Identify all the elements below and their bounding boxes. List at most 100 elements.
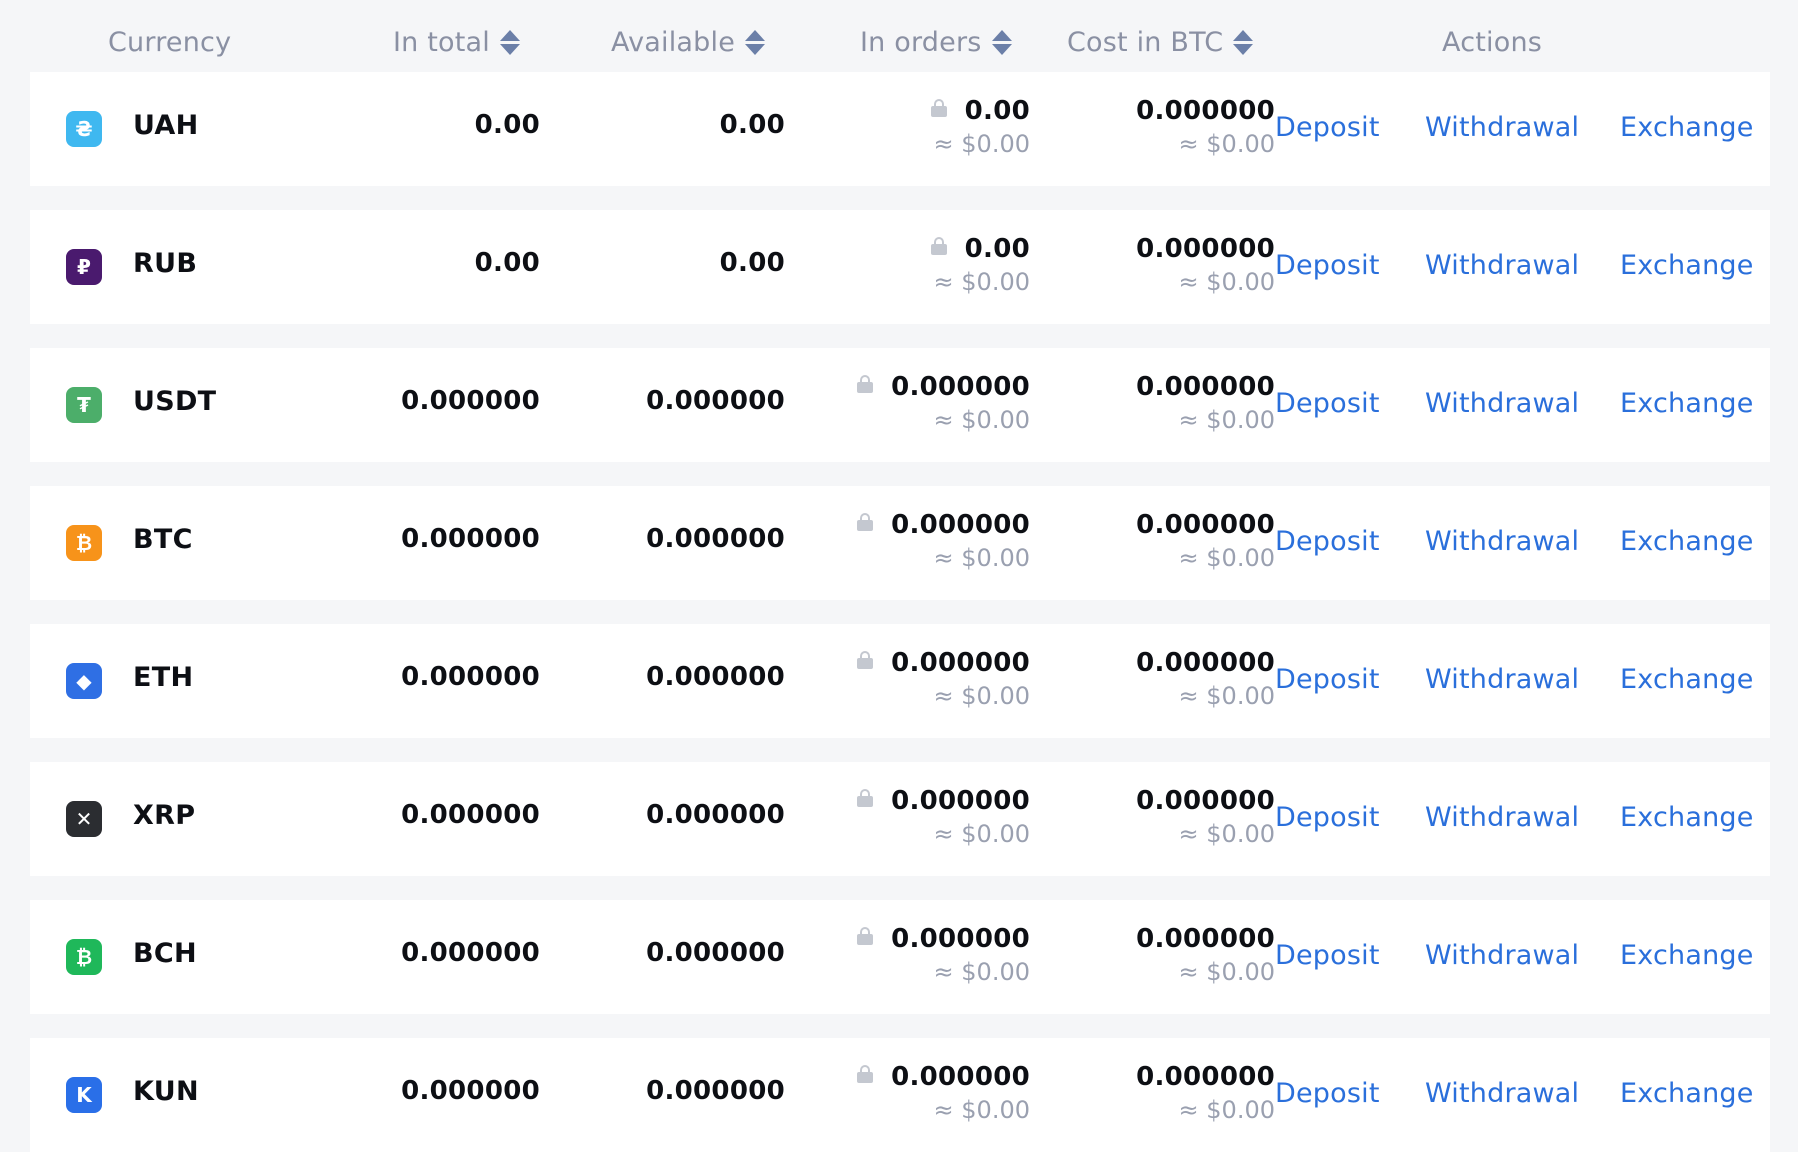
ripple-icon: ✕ (66, 801, 102, 837)
withdrawal-link[interactable]: Withdrawal (1425, 388, 1579, 419)
in-total-value: 0.000000 (401, 938, 540, 968)
hryvnia-icon: ₴ (66, 111, 102, 147)
header-in-orders[interactable]: In orders (860, 22, 1012, 62)
withdrawal-link[interactable]: Withdrawal (1425, 1078, 1579, 1109)
in-orders-value: 0.00 (964, 234, 1030, 264)
cost-btc-usd: ≈ $0.00 (1178, 544, 1275, 572)
in-orders-value: 0.000000 (891, 372, 1030, 402)
ethereum-icon: ◆ (66, 663, 102, 699)
header-in-total[interactable]: In total (393, 22, 520, 62)
header-currency-label: Currency (108, 26, 232, 58)
sort-icon[interactable] (991, 29, 1012, 55)
exchange-link[interactable]: Exchange (1620, 802, 1754, 833)
available-value: 0.000000 (646, 524, 785, 554)
lock-icon (857, 1065, 873, 1083)
withdrawal-link[interactable]: Withdrawal (1425, 526, 1579, 557)
lock-icon (857, 927, 873, 945)
tether-icon: ₮ (66, 387, 102, 423)
cost-btc-usd: ≈ $0.00 (1178, 682, 1275, 710)
deposit-link[interactable]: Deposit (1275, 526, 1380, 557)
header-cost-btc[interactable]: Cost in BTC (1067, 22, 1254, 62)
in-orders-usd: ≈ $0.00 (933, 544, 1030, 572)
in-orders-usd: ≈ $0.00 (933, 406, 1030, 434)
deposit-link[interactable]: Deposit (1275, 802, 1380, 833)
currency-name: ETH (133, 662, 194, 693)
withdrawal-link[interactable]: Withdrawal (1425, 112, 1579, 143)
withdrawal-link[interactable]: Withdrawal (1425, 802, 1579, 833)
cost-btc-value: 0.000000 (1136, 924, 1275, 954)
table-row: ₮ USDT 0.000000 0.000000 0.000000 ≈ $0.0… (30, 348, 1770, 462)
bitcoin-cash-icon: ₿ (66, 939, 102, 975)
in-total-value: 0.000000 (401, 662, 540, 692)
sort-icon[interactable] (745, 29, 766, 55)
in-total-value: 0.000000 (401, 386, 540, 416)
deposit-link[interactable]: Deposit (1275, 664, 1380, 695)
exchange-link[interactable]: Exchange (1620, 112, 1754, 143)
cost-btc-value: 0.000000 (1136, 510, 1275, 540)
in-total-value: 0.000000 (401, 1076, 540, 1106)
in-total-value: 0.00 (474, 110, 540, 140)
in-orders-value: 0.000000 (891, 648, 1030, 678)
exchange-link[interactable]: Exchange (1620, 664, 1754, 695)
currency-name: KUN (133, 1076, 199, 1107)
in-orders-usd: ≈ $0.00 (933, 130, 1030, 158)
deposit-link[interactable]: Deposit (1275, 388, 1380, 419)
withdrawal-link[interactable]: Withdrawal (1425, 664, 1579, 695)
exchange-link[interactable]: Exchange (1620, 1078, 1754, 1109)
table-row: K KUN 0.000000 0.000000 0.000000 ≈ $0.00… (30, 1038, 1770, 1152)
table-row: ₽ RUB 0.00 0.00 0.00 ≈ $0.00 0.000000 ≈ … (30, 210, 1770, 324)
table-row: ₿ BCH 0.000000 0.000000 0.000000 ≈ $0.00… (30, 900, 1770, 1014)
in-orders-value: 0.000000 (891, 1062, 1030, 1092)
currency-name: XRP (133, 800, 196, 831)
cost-btc-usd: ≈ $0.00 (1178, 958, 1275, 986)
cost-btc-value: 0.000000 (1136, 372, 1275, 402)
table-row: ✕ XRP 0.000000 0.000000 0.000000 ≈ $0.00… (30, 762, 1770, 876)
deposit-link[interactable]: Deposit (1275, 112, 1380, 143)
exchange-link[interactable]: Exchange (1620, 526, 1754, 557)
exchange-link[interactable]: Exchange (1620, 388, 1754, 419)
lock-icon (857, 513, 873, 531)
exchange-link[interactable]: Exchange (1620, 940, 1754, 971)
header-currency: Currency (108, 22, 231, 62)
exchange-link[interactable]: Exchange (1620, 250, 1754, 281)
header-available[interactable]: Available (611, 22, 766, 62)
table-row: ₿ BTC 0.000000 0.000000 0.000000 ≈ $0.00… (30, 486, 1770, 600)
sort-icon[interactable] (500, 29, 520, 55)
in-orders-usd: ≈ $0.00 (933, 268, 1030, 296)
deposit-link[interactable]: Deposit (1275, 250, 1380, 281)
available-value: 0.000000 (646, 386, 785, 416)
cost-btc-value: 0.000000 (1136, 1062, 1275, 1092)
in-orders-usd: ≈ $0.00 (933, 958, 1030, 986)
cost-btc-value: 0.000000 (1136, 786, 1275, 816)
cost-btc-usd: ≈ $0.00 (1178, 130, 1275, 158)
available-value: 0.000000 (646, 662, 785, 692)
currency-name: BCH (133, 938, 197, 969)
in-orders-value: 0.00 (964, 96, 1030, 126)
cost-btc-value: 0.000000 (1136, 234, 1275, 264)
currency-name: RUB (133, 248, 198, 279)
table-row: ₴ UAH 0.00 0.00 0.00 ≈ $0.00 0.000000 ≈ … (30, 72, 1770, 186)
header-actions: Actions (1442, 22, 1542, 62)
in-total-value: 0.00 (474, 248, 540, 278)
cost-btc-usd: ≈ $0.00 (1178, 820, 1275, 848)
ruble-icon: ₽ (66, 249, 102, 285)
in-orders-value: 0.000000 (891, 786, 1030, 816)
lock-icon (857, 651, 873, 669)
table-row: ◆ ETH 0.000000 0.000000 0.000000 ≈ $0.00… (30, 624, 1770, 738)
sort-icon[interactable] (1233, 29, 1254, 55)
withdrawal-link[interactable]: Withdrawal (1425, 250, 1579, 281)
header-in-total-label: In total (393, 26, 490, 58)
deposit-link[interactable]: Deposit (1275, 940, 1380, 971)
header-cost-btc-label: Cost in BTC (1067, 26, 1224, 58)
header-available-label: Available (611, 26, 736, 58)
bitcoin-icon: ₿ (66, 525, 102, 561)
in-orders-usd: ≈ $0.00 (933, 1096, 1030, 1124)
withdrawal-link[interactable]: Withdrawal (1425, 940, 1579, 971)
cost-btc-usd: ≈ $0.00 (1178, 1096, 1275, 1124)
currency-name: USDT (133, 386, 217, 417)
available-value: 0.000000 (646, 800, 785, 830)
lock-icon (931, 99, 947, 117)
cost-btc-value: 0.000000 (1136, 96, 1275, 126)
lock-icon (857, 789, 873, 807)
deposit-link[interactable]: Deposit (1275, 1078, 1380, 1109)
